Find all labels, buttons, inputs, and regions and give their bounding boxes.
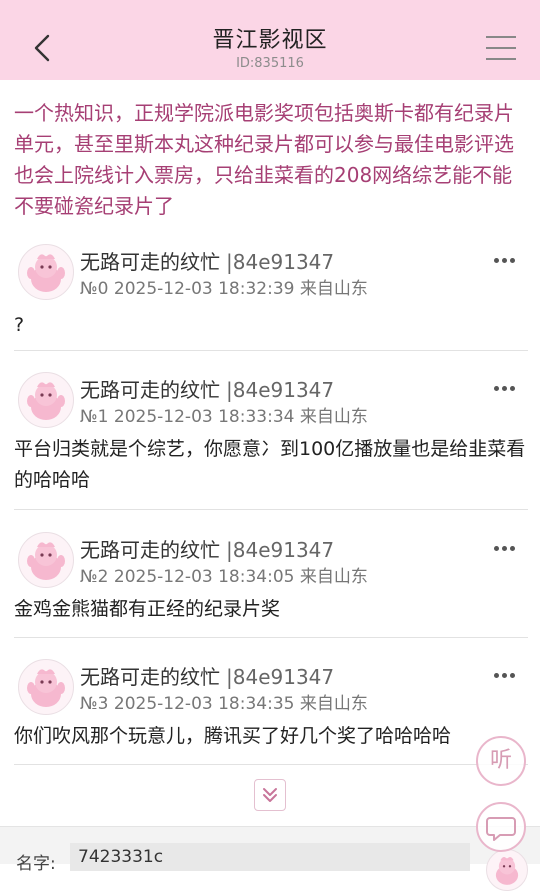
- divider: [14, 637, 528, 638]
- post-content: 金鸡金熊猫都有正经的纪录片奖: [14, 598, 281, 620]
- author-uid: |84e91347: [226, 538, 335, 562]
- more-icon[interactable]: [494, 376, 520, 391]
- header-bar: 晋江影视区 ID:835116: [0, 0, 540, 80]
- avatar[interactable]: [486, 849, 528, 891]
- post-meta: №3 2025-12-03 18:34:35 来自山东: [80, 694, 368, 714]
- avatar[interactable]: [18, 372, 74, 428]
- author-nickname: 无路可走的纹忙: [80, 378, 220, 402]
- thread-title: 一个热知识，正规学院派电影奖项包括奥斯卡都有纪录片单元，甚至里斯本丸这种纪录片都…: [14, 101, 514, 218]
- name-field[interactable]: [70, 843, 470, 871]
- post-meta: №2 2025-12-03 18:34:05 来自山东: [80, 567, 368, 587]
- divider: [14, 764, 528, 765]
- page-title: 晋江影视区: [212, 28, 328, 53]
- comment-icon: [486, 817, 516, 841]
- author-nickname: 无路可走的纹忙: [80, 250, 220, 274]
- comment-button[interactable]: [476, 802, 526, 852]
- reply-bar: 名字:: [0, 826, 540, 891]
- avatar[interactable]: [18, 244, 74, 300]
- author-name: 无路可走的纹忙 |84e91347: [80, 246, 334, 275]
- expand-more-button[interactable]: [254, 779, 286, 811]
- more-icon[interactable]: [494, 663, 520, 678]
- post-content: ?: [14, 314, 25, 336]
- author-uid: |84e91347: [226, 378, 335, 402]
- author-uid: |84e91347: [226, 665, 335, 689]
- listen-button[interactable]: 听: [476, 736, 526, 786]
- divider: [14, 350, 528, 351]
- author-name: 无路可走的纹忙 |84e91347: [80, 661, 334, 690]
- post-meta: №0 2025-12-03 18:32:39 来自山东: [80, 279, 368, 299]
- more-icon[interactable]: [494, 536, 520, 551]
- board-id: ID:835116: [236, 56, 304, 71]
- avatar[interactable]: [18, 659, 74, 715]
- post-content: 你们吹风那个玩意儿，腾讯买了好几个奖了哈哈哈哈: [14, 725, 452, 747]
- double-chevron-down-icon: [263, 788, 277, 802]
- post-meta: №1 2025-12-03 18:33:34 来自山东: [80, 407, 368, 427]
- post-content: 平台归类就是个综艺，你愿意冫到100亿播放量也是给韭菜看的哈哈哈: [14, 438, 526, 491]
- author-nickname: 无路可走的纹忙: [80, 665, 220, 689]
- avatar[interactable]: [18, 532, 74, 588]
- author-name: 无路可走的纹忙 |84e91347: [80, 374, 334, 403]
- author-name: 无路可走的纹忙 |84e91347: [80, 534, 334, 563]
- name-label: 名字:: [16, 854, 56, 874]
- author-nickname: 无路可走的纹忙: [80, 538, 220, 562]
- author-uid: |84e91347: [226, 250, 335, 274]
- menu-icon[interactable]: [486, 36, 516, 62]
- more-icon[interactable]: [494, 248, 520, 263]
- divider: [14, 509, 528, 510]
